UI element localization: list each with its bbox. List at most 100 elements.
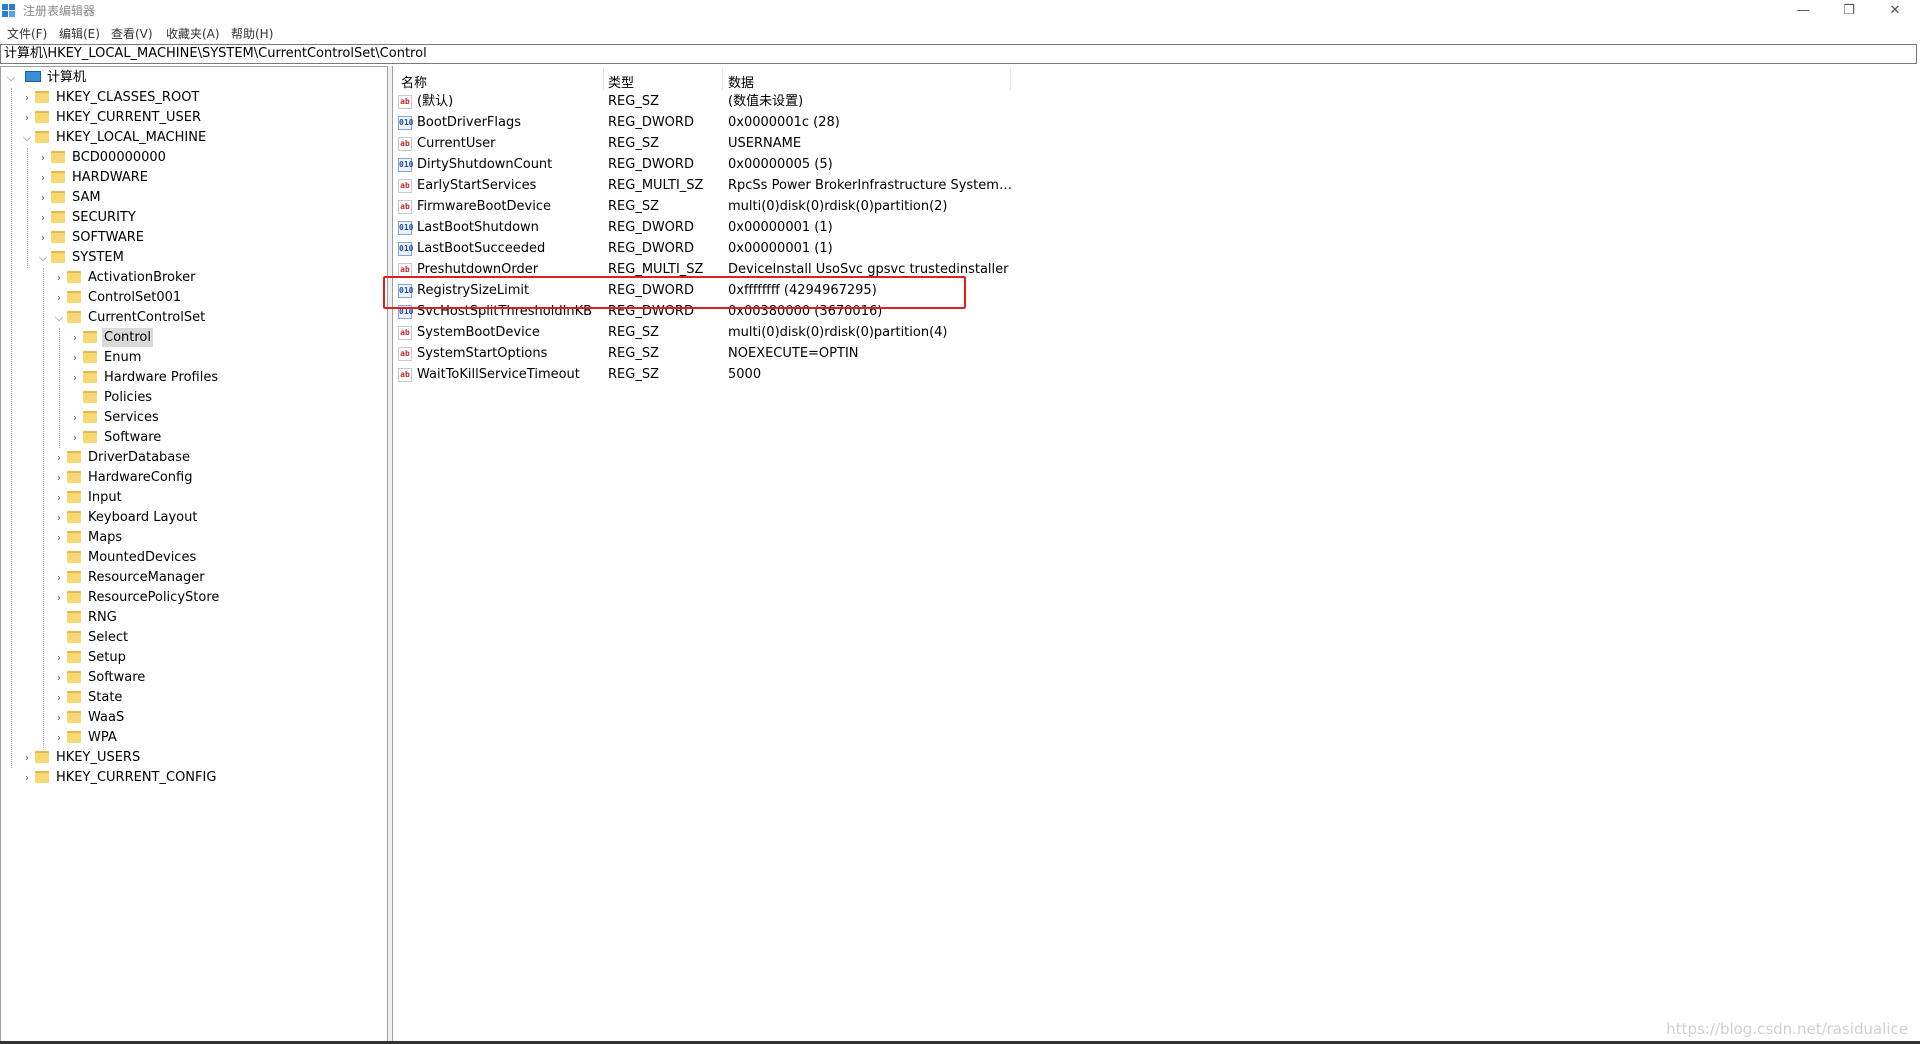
folder-icon	[83, 371, 97, 383]
value-name: (默认)	[417, 94, 454, 109]
column-separator[interactable]	[722, 68, 723, 90]
value-data: multi(0)disk(0)rdisk(0)partition(2)	[728, 199, 948, 214]
value-type: REG_DWORD	[608, 220, 694, 235]
chevron-down-icon[interactable]: ⌵	[5, 68, 17, 87]
chevron-right-icon[interactable]: ›	[21, 768, 33, 787]
minimize-button[interactable]: —	[1780, 0, 1826, 21]
chevron-right-icon[interactable]: ›	[53, 288, 65, 307]
column-header-type[interactable]: 类型	[608, 72, 634, 91]
value-row[interactable]: 010 LastBootShutdown REG_DWORD 0x00000001 (…	[398, 218, 1018, 238]
value-name: LastBootSucceeded	[417, 241, 546, 256]
value-name: CurrentUser	[417, 136, 496, 151]
value-row[interactable]: ab SystemStartOptions REG_SZ NOEXECUTE=OPT…	[398, 344, 1018, 364]
chevron-right-icon[interactable]: ›	[53, 688, 65, 707]
value-data: 0x00000001 (1)	[728, 220, 833, 235]
chevron-right-icon[interactable]: ›	[37, 188, 49, 207]
tree-node-label: Software	[104, 430, 162, 445]
chevron-right-icon[interactable]: ›	[53, 648, 65, 667]
column-separator[interactable]	[1010, 68, 1011, 90]
string-value-icon: ab	[398, 137, 412, 151]
tree-node-label: HardwareConfig	[88, 470, 193, 485]
folder-icon	[67, 711, 81, 723]
folder-icon	[51, 151, 65, 163]
tree-node-label: Control	[102, 328, 153, 347]
value-row[interactable]: ab WaitToKillServiceTimeout REG_SZ 5000	[398, 365, 1018, 385]
tree-guide-line	[27, 148, 28, 268]
tree-node-label: HKEY_CURRENT_CONFIG	[56, 770, 217, 785]
string-value-icon: ab	[398, 368, 412, 382]
value-row[interactable]: ab FirmwareBootDevice REG_SZ multi(0)disk(0…	[398, 197, 1018, 217]
tree-node-label: Setup	[88, 650, 126, 665]
binary-value-icon: 010	[398, 221, 413, 235]
value-row[interactable]: ab (默认) REG_SZ (数值未设置)	[398, 92, 1018, 112]
column-separator[interactable]	[603, 68, 604, 90]
value-row[interactable]: 010 LastBootSucceeded REG_DWORD 0x00000001 …	[398, 239, 1018, 259]
restore-button[interactable]: ❐	[1826, 0, 1872, 21]
chevron-right-icon[interactable]: ›	[37, 168, 49, 187]
chevron-right-icon[interactable]: ›	[37, 208, 49, 227]
chevron-down-icon[interactable]: ⌵	[21, 128, 33, 147]
address-bar[interactable]: 计算机\HKEY_LOCAL_MACHINE\SYSTEM\CurrentCon…	[0, 44, 1917, 64]
chevron-right-icon[interactable]: ›	[53, 448, 65, 467]
chevron-right-icon[interactable]: ›	[53, 468, 65, 487]
string-value-icon: ab	[398, 179, 412, 193]
value-row[interactable]: ab SystemBootDevice REG_SZ multi(0)disk(0)r…	[398, 323, 1018, 343]
chevron-right-icon[interactable]: ›	[21, 88, 33, 107]
chevron-right-icon[interactable]: ›	[53, 528, 65, 547]
chevron-right-icon[interactable]: ›	[53, 728, 65, 747]
tree-node-label: HKEY_CURRENT_USER	[56, 110, 202, 125]
close-button[interactable]: ✕	[1872, 0, 1918, 21]
chevron-right-icon[interactable]: ›	[53, 708, 65, 727]
folder-icon	[51, 171, 65, 183]
value-name: LastBootShutdown	[417, 220, 539, 235]
chevron-down-icon[interactable]: ⌵	[53, 308, 65, 327]
folder-icon	[35, 771, 49, 783]
chevron-right-icon[interactable]: ›	[37, 148, 49, 167]
chevron-right-icon[interactable]: ›	[69, 368, 81, 387]
chevron-right-icon[interactable]: ›	[69, 408, 81, 427]
string-value-icon: ab	[398, 95, 412, 109]
folder-icon	[51, 211, 65, 223]
value-row[interactable]: 010 BootDriverFlags REG_DWORD 0x0000001c (2…	[398, 113, 1018, 133]
menu-edit[interactable]: 编辑(E)	[59, 25, 100, 42]
chevron-right-icon[interactable]: ›	[69, 428, 81, 447]
menu-help[interactable]: 帮助(H)	[231, 25, 273, 42]
column-header-data[interactable]: 数据	[728, 72, 754, 91]
chevron-right-icon[interactable]: ›	[53, 488, 65, 507]
chevron-down-icon[interactable]: ⌵	[37, 248, 49, 267]
value-row[interactable]: ab EarlyStartServices REG_MULTI_SZ RpcSs Po…	[398, 176, 1018, 196]
tree-node-label: ResourcePolicyStore	[88, 590, 220, 605]
string-value-icon: ab	[398, 263, 412, 277]
chevron-right-icon[interactable]: ›	[53, 588, 65, 607]
tree-node-label: DriverDatabase	[88, 450, 191, 465]
folder-icon	[51, 191, 65, 203]
chevron-right-icon[interactable]: ›	[53, 508, 65, 527]
folder-icon	[67, 591, 81, 603]
tree-node-label: Policies	[104, 390, 153, 405]
menu-view[interactable]: 查看(V)	[111, 25, 153, 42]
tree-node-label: ActivationBroker	[88, 270, 196, 285]
folder-icon	[83, 331, 97, 343]
chevron-right-icon[interactable]: ›	[53, 668, 65, 687]
tree-guide-line	[59, 328, 60, 448]
chevron-right-icon[interactable]: ›	[21, 108, 33, 127]
chevron-right-icon[interactable]: ›	[21, 748, 33, 767]
column-header-name[interactable]: 名称	[401, 72, 427, 91]
chevron-right-icon[interactable]: ›	[53, 268, 65, 287]
value-name: FirmwareBootDevice	[417, 199, 551, 214]
chevron-right-icon[interactable]: ›	[69, 348, 81, 367]
value-row[interactable]: ab CurrentUser REG_SZ USERNAME	[398, 134, 1018, 154]
chevron-right-icon[interactable]: ›	[53, 568, 65, 587]
registry-tree[interactable]: ⌵ 计算机 › HKEY_CLASSES_ROOT › HKEY_CURRENT_USER…	[0, 66, 388, 1042]
folder-icon	[67, 731, 81, 743]
tree-node-label: HKEY_CLASSES_ROOT	[56, 90, 200, 105]
menu-file[interactable]: 文件(F)	[7, 25, 47, 42]
value-data: 0x0000001c (28)	[728, 115, 840, 130]
regedit-app-icon	[2, 3, 16, 17]
folder-icon	[67, 611, 81, 623]
value-row[interactable]: 010 DirtyShutdownCount REG_DWORD 0x00000005…	[398, 155, 1018, 175]
chevron-right-icon[interactable]: ›	[69, 328, 81, 347]
chevron-right-icon[interactable]: ›	[37, 228, 49, 247]
menu-favorites[interactable]: 收藏夹(A)	[166, 25, 220, 42]
